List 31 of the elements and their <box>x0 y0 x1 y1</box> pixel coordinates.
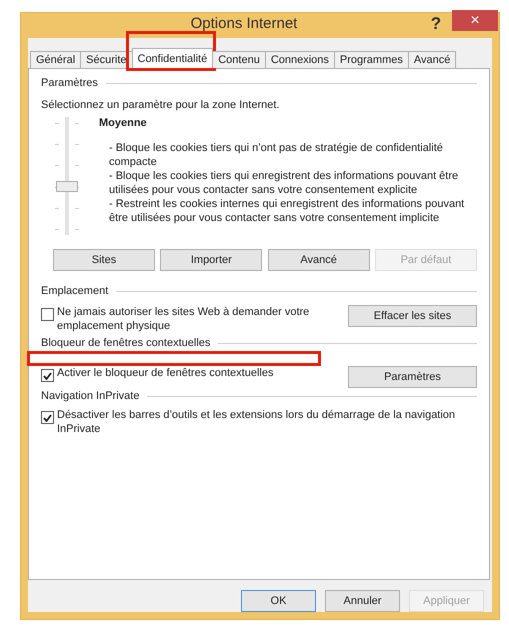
section-heading: Emplacement <box>41 285 108 297</box>
intro-text: Sélectionnez un paramètre pour la zone Internet. <box>41 99 280 111</box>
tab[interactable]: Programmes <box>334 51 409 68</box>
checkbox[interactable] <box>41 308 54 321</box>
settings-button[interactable]: Paramètres <box>348 366 477 388</box>
description-text: - Bloque les cookies tiers qui enregistrent des informations pouvant être utilisées pour vous contacter sans votre consentement explicite <box>108 169 460 197</box>
button[interactable]: Avancé <box>268 249 370 271</box>
button[interactable]: Sites <box>53 249 155 271</box>
help-button[interactable]: ? <box>420 14 452 34</box>
checkbox-label: Activer le bloqueur de fenêtres contextuelles <box>57 366 274 380</box>
dialog-button[interactable]: OK <box>241 590 316 612</box>
checkbox[interactable] <box>41 411 54 424</box>
dialog-button[interactable]: Annuler <box>325 590 400 612</box>
section-heading: Bloqueur de fenêtres contextuelles <box>41 337 210 349</box>
description-text: - Bloque les cookies tiers qui n’ont pas de stratégie de confidentialité compacte <box>108 141 444 169</box>
description-text: - Restreint les cookies internes qui enregistrent des informations pouvant être utilisées pour vous contacter sans votre consentement implicite <box>108 197 466 225</box>
clear-sites-button[interactable]: Effacer les sites <box>348 305 477 327</box>
close-button[interactable]: × <box>452 10 498 31</box>
checkbox-label: Ne jamais autoriser les sites Web à demander votre emplacement physique <box>57 305 310 333</box>
section-heading: Navigation InPrivate <box>41 390 140 402</box>
checkbox[interactable] <box>41 369 54 382</box>
section-heading: Paramètres <box>41 77 98 89</box>
tab[interactable]: Contenu <box>212 51 266 68</box>
checkbox-label: Désactiver les barres d’outils et les extensions lors du démarrage de la navigation InPrivate <box>57 408 456 436</box>
tab[interactable]: Avancé <box>408 51 456 68</box>
window-title: Options Internet <box>190 15 298 32</box>
button[interactable]: Importer <box>160 249 262 271</box>
level-name: Moyenne <box>99 117 148 129</box>
slider-thumb[interactable] <box>56 180 78 192</box>
tab[interactable]: Général <box>30 51 82 68</box>
tab[interactable]: Confidentialité <box>132 48 214 68</box>
